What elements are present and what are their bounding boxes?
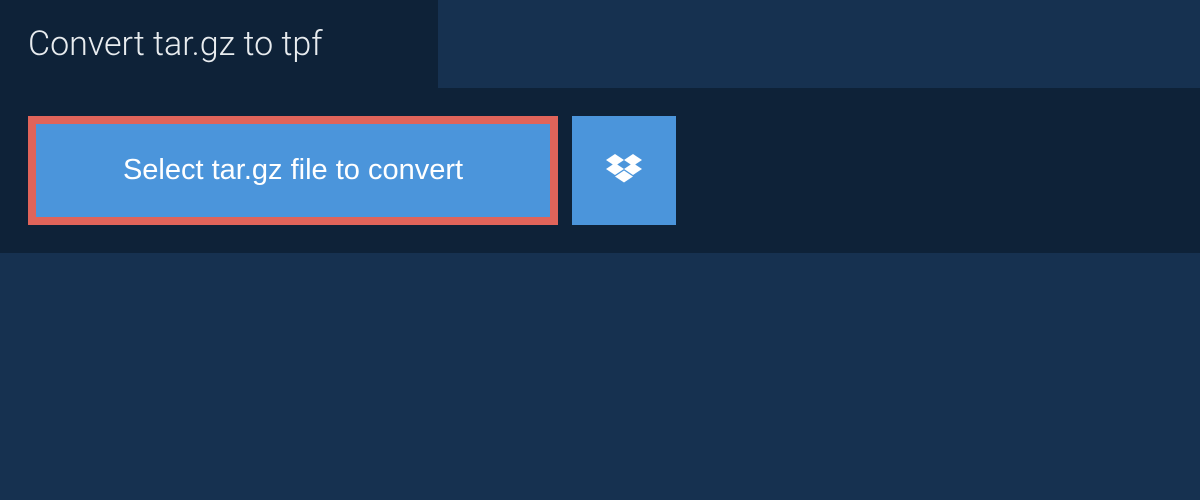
select-file-button[interactable]: Select tar.gz file to convert — [28, 116, 558, 225]
dropbox-icon — [606, 151, 642, 190]
select-file-label: Select tar.gz file to convert — [123, 154, 463, 187]
page-title: Convert tar.gz to tpf — [0, 0, 438, 88]
upload-panel: Select tar.gz file to convert — [0, 88, 1200, 253]
title-text: Convert tar.gz to tpf — [28, 24, 323, 64]
dropbox-button[interactable] — [572, 116, 676, 225]
